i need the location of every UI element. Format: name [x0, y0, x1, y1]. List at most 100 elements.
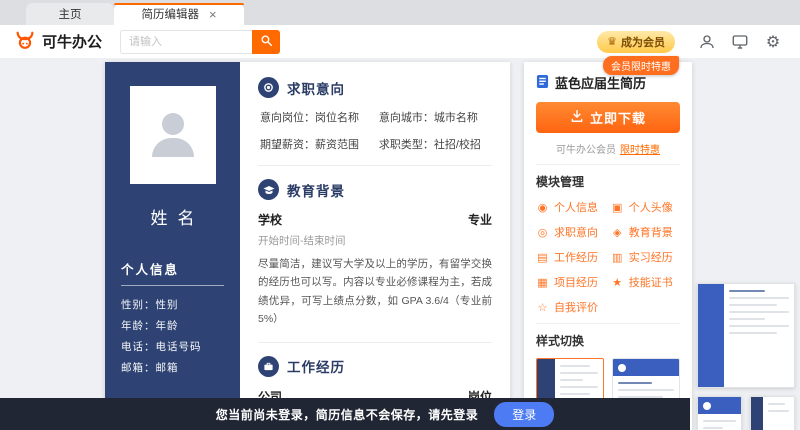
- tab-home[interactable]: 主页: [26, 3, 114, 25]
- monitor-icon[interactable]: [727, 29, 753, 55]
- major-field[interactable]: 专业: [468, 211, 492, 228]
- school-field[interactable]: 学校: [258, 211, 282, 228]
- module-item-internship[interactable]: ▥ 实习经历: [611, 249, 680, 265]
- crown-icon: ♛: [607, 35, 617, 48]
- member-note: 可牛办公会员限时特惠: [536, 141, 680, 156]
- target-icon: [258, 77, 279, 98]
- app-window: 主页 简历编辑器 × 可牛办公 ♛ 成为会员: [0, 0, 800, 430]
- member-promo-tooltip: 会员限时特惠: [603, 56, 679, 75]
- education-desc-field[interactable]: 尽量简洁，建议写大学及以上的学历，有留学交换的经历也可以写。内容以专业必修课程为…: [258, 255, 492, 329]
- section-divider: [258, 165, 492, 166]
- tab-resume-editor[interactable]: 简历编辑器 ×: [114, 3, 244, 25]
- education-dates-field[interactable]: 开始时间-结束时间: [258, 233, 492, 248]
- tab-home-label: 主页: [59, 6, 82, 22]
- search-icon: [260, 34, 273, 50]
- age-field[interactable]: 年龄：年龄: [121, 316, 224, 337]
- become-member-label: 成为会员: [621, 34, 665, 50]
- login-button[interactable]: 登录: [494, 402, 554, 427]
- module-item-work[interactable]: ▤ 工作经历: [536, 249, 609, 265]
- module-label: 工作经历: [554, 249, 598, 265]
- style-preview-large[interactable]: [697, 283, 795, 388]
- intent-position-field[interactable]: 意向岗位：岗位名称: [260, 109, 379, 125]
- resume-preview: 姓名 个人信息 性别：性别 年龄：年龄 电话：电话号码 邮箱：邮箱 技能证书 求…: [105, 62, 510, 430]
- work-module-icon: ▤: [536, 251, 549, 264]
- job-intent-header: 求职意向: [258, 77, 492, 98]
- app-logo-text: 可牛办公: [42, 31, 102, 52]
- modules-title: 模块管理: [536, 173, 680, 190]
- module-label: 求职意向: [554, 224, 598, 240]
- style-preview-row: [697, 396, 795, 430]
- module-label: 自我评价: [554, 299, 598, 315]
- resume-sidebar: 姓名 个人信息 性别：性别 年龄：年龄 电话：电话号码 邮箱：邮箱 技能证书: [105, 62, 240, 430]
- bull-logo-icon: [14, 29, 36, 55]
- module-item-job-intent[interactable]: ◎ 求职意向: [536, 224, 609, 240]
- user-avatar-icon[interactable]: [694, 29, 720, 55]
- job-intent-fields: 意向岗位：岗位名称 意向城市：城市名称 期望薪资：薪资范围 求职类型：社招/校招: [258, 109, 492, 152]
- module-label: 实习经历: [629, 249, 673, 265]
- search-button[interactable]: [252, 30, 280, 54]
- member-note-text: 可牛办公会员: [556, 145, 616, 156]
- settings-gear-icon[interactable]: ⚙: [760, 29, 786, 55]
- intent-city-field[interactable]: 意向城市：城市名称: [379, 109, 492, 125]
- search-input[interactable]: [120, 30, 252, 54]
- intent-salary-field[interactable]: 期望薪资：薪资范围: [260, 136, 379, 152]
- module-label: 个人信息: [554, 199, 598, 215]
- email-field[interactable]: 邮箱：邮箱: [121, 358, 224, 379]
- photo-placeholder[interactable]: [130, 86, 216, 184]
- personal-info-title: 个人信息: [121, 259, 224, 286]
- module-item-self-evaluation[interactable]: ☆ 自我评价: [536, 299, 609, 315]
- module-label: 教育背景: [629, 224, 673, 240]
- download-button[interactable]: 立即下载: [536, 102, 680, 133]
- module-item-education[interactable]: ◈ 教育背景: [611, 224, 680, 240]
- limited-offer-link[interactable]: 限时特惠: [620, 145, 660, 156]
- template-title-row: 蓝色应届生简历: [536, 73, 680, 92]
- search-box: [120, 30, 280, 54]
- personal-info-icon: ◉: [536, 201, 549, 214]
- become-member-button[interactable]: ♛ 成为会员: [597, 31, 675, 53]
- self-evaluation-module-icon: ☆: [536, 301, 549, 314]
- module-item-avatar[interactable]: ▣个人头像: [611, 199, 680, 215]
- style-preview-column: [697, 283, 795, 430]
- style-preview-small[interactable]: [750, 396, 795, 430]
- panel-divider: [536, 323, 680, 324]
- resume-name-field[interactable]: 姓名: [121, 204, 224, 229]
- work-title: 工作经历: [287, 356, 345, 376]
- project-module-icon: ▦: [536, 276, 549, 289]
- education-module-icon: ◈: [611, 226, 624, 239]
- person-head-icon: [162, 113, 184, 135]
- resume-body: 求职意向 意向岗位：岗位名称 意向城市：城市名称 期望薪资：薪资范围 求职类型：…: [240, 62, 510, 430]
- member-area: ♛ 成为会员 会员限时特惠: [597, 31, 675, 53]
- app-logo[interactable]: 可牛办公: [14, 29, 102, 55]
- tab-bar: 主页 简历编辑器 ×: [0, 0, 800, 25]
- app-header: 可牛办公 ♛ 成为会员 会员限时特惠 ⚙: [0, 25, 800, 58]
- section-divider: [258, 342, 492, 343]
- briefcase-icon: [258, 356, 279, 377]
- panel-divider: [536, 164, 680, 165]
- close-tab-icon[interactable]: ×: [209, 8, 217, 21]
- certificates-module-icon: ★: [611, 276, 624, 289]
- module-item-certificates[interactable]: ★ 技能证书: [611, 274, 680, 290]
- job-intent-title: 求职意向: [287, 78, 345, 98]
- education-title: 教育背景: [287, 180, 345, 200]
- module-label: 个人头像: [629, 199, 673, 215]
- gender-field[interactable]: 性别：性别: [121, 295, 224, 316]
- module-item-project[interactable]: ▦ 项目经历: [536, 274, 609, 290]
- login-notice-bar: 您当前尚未登录，简历信息不会保存，请先登录 登录: [0, 398, 690, 430]
- module-label: 技能证书: [629, 274, 673, 290]
- template-doc-icon: [536, 74, 549, 92]
- graduation-cap-icon: [258, 179, 279, 200]
- template-name: 蓝色应届生简历: [555, 73, 646, 92]
- download-icon: [570, 109, 584, 126]
- person-body-icon: [152, 138, 194, 157]
- module-label: 项目经历: [554, 274, 598, 290]
- tab-editor-label: 简历编辑器: [141, 6, 199, 22]
- intent-type-field[interactable]: 求职类型：社招/校招: [379, 136, 492, 152]
- job-intent-module-icon: ◎: [536, 226, 549, 239]
- download-label: 立即下载: [590, 108, 646, 127]
- module-item-personal-info[interactable]: ◉ 个人信息: [536, 199, 609, 215]
- tools-panel: 蓝色应届生简历 立即下载 可牛办公会员限时特惠 模块管理 ◉ 个人信息 ▣个人头像…: [524, 62, 692, 430]
- phone-field[interactable]: 电话：电话号码: [121, 337, 224, 358]
- style-preview-small[interactable]: [697, 396, 742, 430]
- internship-module-icon: ▥: [611, 251, 624, 264]
- styles-title: 样式切换: [536, 332, 680, 349]
